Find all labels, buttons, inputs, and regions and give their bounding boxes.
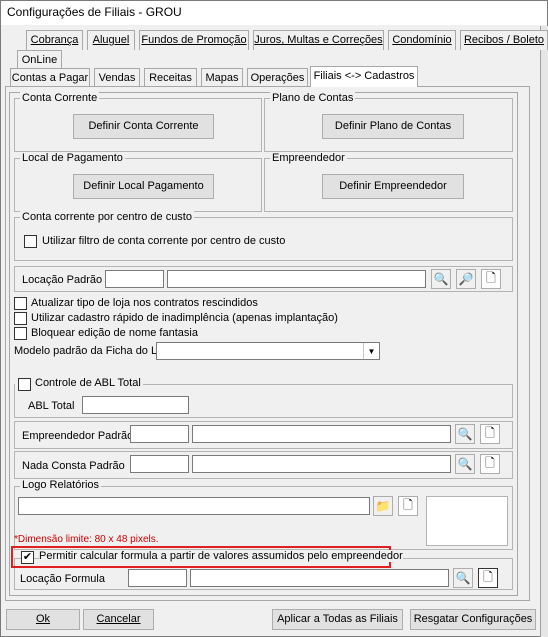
empreendedor-padrao-search-icon[interactable]: 🔍	[455, 424, 475, 444]
definir-local-pagamento-button[interactable]: Definir Local Pagamento	[73, 174, 214, 199]
modelo-ficha-select[interactable]: ▼	[156, 342, 380, 360]
locacao-formula-code-input[interactable]	[128, 569, 187, 587]
empreendedor-padrao-label: Empreendedor Padrão	[22, 430, 134, 442]
tab-condominio[interactable]: Condomínio	[388, 30, 456, 50]
ok-button[interactable]: Ok	[6, 609, 80, 630]
definir-plano-contas-button[interactable]: Definir Plano de Contas	[322, 114, 464, 139]
folder-icon[interactable]: 📁	[373, 496, 393, 516]
tab-filiais-cadastros[interactable]: Filiais <-> Cadastros	[310, 66, 418, 87]
chevron-down-icon: ▼	[363, 343, 379, 359]
atualizar-tipo-loja-label: Atualizar tipo de loja nos contratos res…	[31, 297, 258, 309]
group-title-cc-centro-custo: Conta corrente por centro de custo	[20, 211, 194, 224]
abl-total-input[interactable]	[82, 396, 189, 414]
tab-aluguel[interactable]: Aluguel	[87, 30, 135, 50]
tab-mapas[interactable]: Mapas	[201, 68, 243, 88]
formula-checkbox[interactable]: ✔	[21, 551, 34, 564]
background-window-edge	[540, 26, 548, 637]
group-title-logo: Logo Relatórios	[20, 479, 102, 492]
cadastro-rapido-inadimplencia-label: Utilizar cadastro rápido de inadimplênci…	[31, 312, 338, 324]
nada-consta-new-doc-icon[interactable]: 🗋	[480, 454, 500, 474]
locacao-padrao-search-icon[interactable]: 🔍	[431, 269, 451, 289]
aplicar-todas-filiais-button[interactable]: Aplicar a Todas as Filiais	[272, 609, 403, 630]
definir-conta-corrente-button[interactable]: Definir Conta Corrente	[73, 114, 214, 139]
cc-centro-custo-checkbox[interactable]	[24, 235, 37, 248]
window-title: Configurações de Filiais - GROU	[7, 5, 182, 19]
logo-path-input[interactable]	[18, 497, 370, 515]
bloquear-nome-fantasia-label: Bloquear edição de nome fantasia	[31, 327, 198, 339]
tab-juros-multas[interactable]: Juros, Multas e Correções	[253, 30, 384, 50]
abl-total-label: ABL Total	[28, 400, 75, 412]
group-title-empreendedor: Empreendedor	[270, 152, 347, 165]
locacao-padrao-label: Locação Padrão	[22, 274, 103, 286]
logo-new-doc-icon[interactable]: 🗋	[398, 496, 418, 516]
tab-online[interactable]: OnLine	[17, 50, 62, 70]
logo-dimension-hint: *Dimensão limite: 80 x 48 pixels.	[14, 534, 159, 545]
cc-centro-custo-label: Utilizar filtro de conta corrente por ce…	[42, 235, 286, 247]
group-title-abl: Controle de ABL Total	[15, 377, 143, 390]
group-title-conta-corrente: Conta Corrente	[20, 92, 100, 105]
formula-label: Permitir calcular formula a partir de va…	[39, 550, 403, 562]
nada-consta-label: Nada Consta Padrão	[22, 460, 125, 472]
cancelar-button[interactable]: Cancelar	[83, 609, 154, 630]
tab-cobranca[interactable]: Cobrança	[26, 30, 83, 50]
definir-empreendedor-button[interactable]: Definir Empreendedor	[322, 174, 464, 199]
locacao-formula-new-doc-icon[interactable]: 🗋	[478, 568, 498, 588]
tab-operacoes[interactable]: Operações	[247, 68, 308, 88]
tab-vendas[interactable]: Vendas	[94, 68, 140, 88]
atualizar-tipo-loja-checkbox[interactable]	[14, 297, 27, 310]
cadastro-rapido-inadimplencia-checkbox[interactable]	[14, 312, 27, 325]
tab-recibos-boleto[interactable]: Recibos / Boleto	[460, 30, 548, 50]
group-title-plano-contas: Plano de Contas	[270, 92, 356, 105]
group-title-local-pagamento: Local de Pagamento	[20, 152, 125, 165]
locacao-formula-search-icon[interactable]: 🔍	[453, 568, 473, 588]
nada-consta-name-input[interactable]	[192, 455, 451, 473]
tab-fundos-promocao[interactable]: Fundos de Promoção	[139, 30, 249, 50]
empreendedor-padrao-code-input[interactable]	[130, 425, 189, 443]
resgatar-configuracoes-button[interactable]: Resgatar Configurações	[410, 609, 536, 630]
locacao-padrao-search-all-icon[interactable]: 🔎	[456, 269, 476, 289]
locacao-padrao-name-input[interactable]	[167, 270, 426, 288]
tab-contas-pagar[interactable]: Contas a Pagar	[10, 68, 90, 88]
locacao-formula-name-input[interactable]	[190, 569, 449, 587]
tab-receitas[interactable]: Receitas	[144, 68, 197, 88]
locacao-padrao-code-input[interactable]	[105, 270, 164, 288]
locacao-formula-label: Locação Formula	[20, 573, 105, 585]
abl-checkbox[interactable]	[18, 378, 31, 391]
empreendedor-padrao-new-doc-icon[interactable]: 🗋	[480, 424, 500, 444]
locacao-padrao-new-doc-icon[interactable]: 🗋	[481, 269, 501, 289]
empreendedor-padrao-name-input[interactable]	[192, 425, 451, 443]
nada-consta-search-icon[interactable]: 🔍	[455, 454, 475, 474]
nada-consta-code-input[interactable]	[130, 455, 189, 473]
logo-preview	[426, 496, 508, 546]
bloquear-nome-fantasia-checkbox[interactable]	[14, 327, 27, 340]
